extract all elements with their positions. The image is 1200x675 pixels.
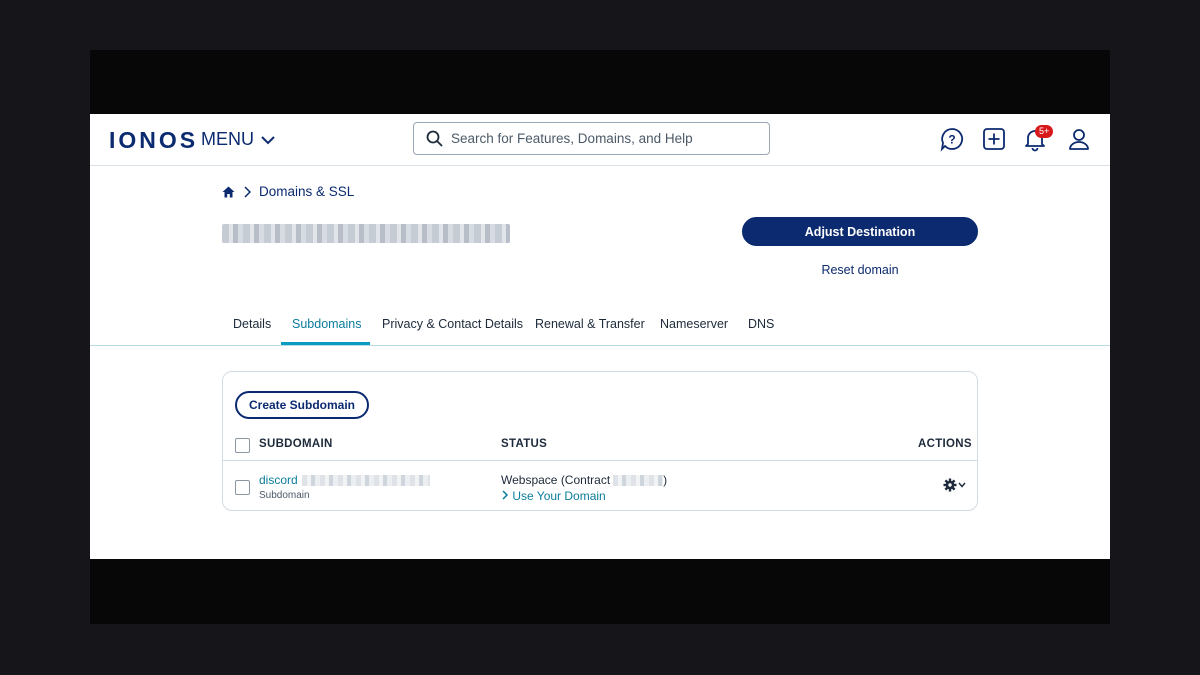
subdomain-type-label: Subdomain (259, 490, 310, 501)
select-all-checkbox[interactable] (235, 438, 250, 453)
table-divider (223, 460, 977, 461)
reset-domain-link[interactable]: Reset domain (742, 263, 978, 277)
add-icon[interactable] (981, 126, 1007, 152)
breadcrumb-domains-ssl[interactable]: Domains & SSL (259, 184, 354, 199)
contract-number-redacted (613, 474, 664, 486)
domain-name-redacted (222, 224, 510, 243)
row-actions-menu[interactable] (943, 478, 966, 492)
top-navigation-bar: IONOS MENU ? 5+ (90, 114, 1110, 166)
menu-label: MENU (201, 129, 254, 149)
subdomains-card: Create Subdomain SUBDOMAIN STATUS ACTION… (222, 371, 978, 511)
status-text: Webspace (Contract ) (501, 473, 667, 487)
notification-badge: 5+ (1035, 125, 1054, 138)
subdomain-name: discord (259, 473, 298, 487)
chevron-down-icon (261, 135, 275, 144)
search-input[interactable] (449, 130, 753, 147)
user-account-icon[interactable] (1066, 126, 1092, 152)
chevron-right-icon (244, 185, 251, 198)
column-header-actions: ACTIONS (918, 438, 972, 450)
adjust-destination-button[interactable]: Adjust Destination (742, 217, 978, 246)
home-icon[interactable] (222, 186, 235, 198)
column-header-status: STATUS (501, 438, 548, 450)
chevron-down-icon (958, 482, 966, 488)
help-chat-icon[interactable]: ? (939, 126, 965, 152)
tab-dns[interactable]: DNS (748, 317, 774, 331)
use-your-domain-label: Use Your Domain (512, 489, 606, 503)
search-box[interactable] (413, 122, 770, 155)
gear-icon (943, 478, 957, 492)
ionos-page: IONOS MENU ? 5+ D (90, 114, 1110, 559)
active-tab-indicator (281, 342, 370, 345)
menu-button[interactable]: MENU (201, 129, 276, 150)
domain-tabs: Details Subdomains Privacy & Contact Det… (90, 308, 1110, 346)
search-icon (426, 130, 443, 147)
create-subdomain-button[interactable]: Create Subdomain (235, 391, 369, 419)
breadcrumb: Domains & SSL (222, 184, 354, 199)
tab-nameserver[interactable]: Nameserver (660, 317, 728, 331)
status-suffix: ) (663, 473, 668, 487)
chevron-right-icon (502, 490, 509, 500)
tab-subdomains[interactable]: Subdomains (292, 317, 362, 331)
tab-renewal-transfer[interactable]: Renewal & Transfer (535, 317, 645, 331)
subdomain-name-link[interactable]: discord (259, 473, 430, 487)
svg-text:?: ? (948, 133, 955, 147)
ionos-logo[interactable]: IONOS (109, 127, 198, 154)
tab-details[interactable]: Details (233, 317, 271, 331)
column-header-subdomain[interactable]: SUBDOMAIN (259, 438, 333, 450)
row-checkbox[interactable] (235, 480, 250, 495)
use-your-domain-link[interactable]: Use Your Domain (501, 489, 606, 503)
subdomain-name-redacted (301, 474, 430, 486)
status-label: Webspace (Contract (501, 473, 611, 487)
tab-privacy-contact[interactable]: Privacy & Contact Details (382, 317, 523, 331)
